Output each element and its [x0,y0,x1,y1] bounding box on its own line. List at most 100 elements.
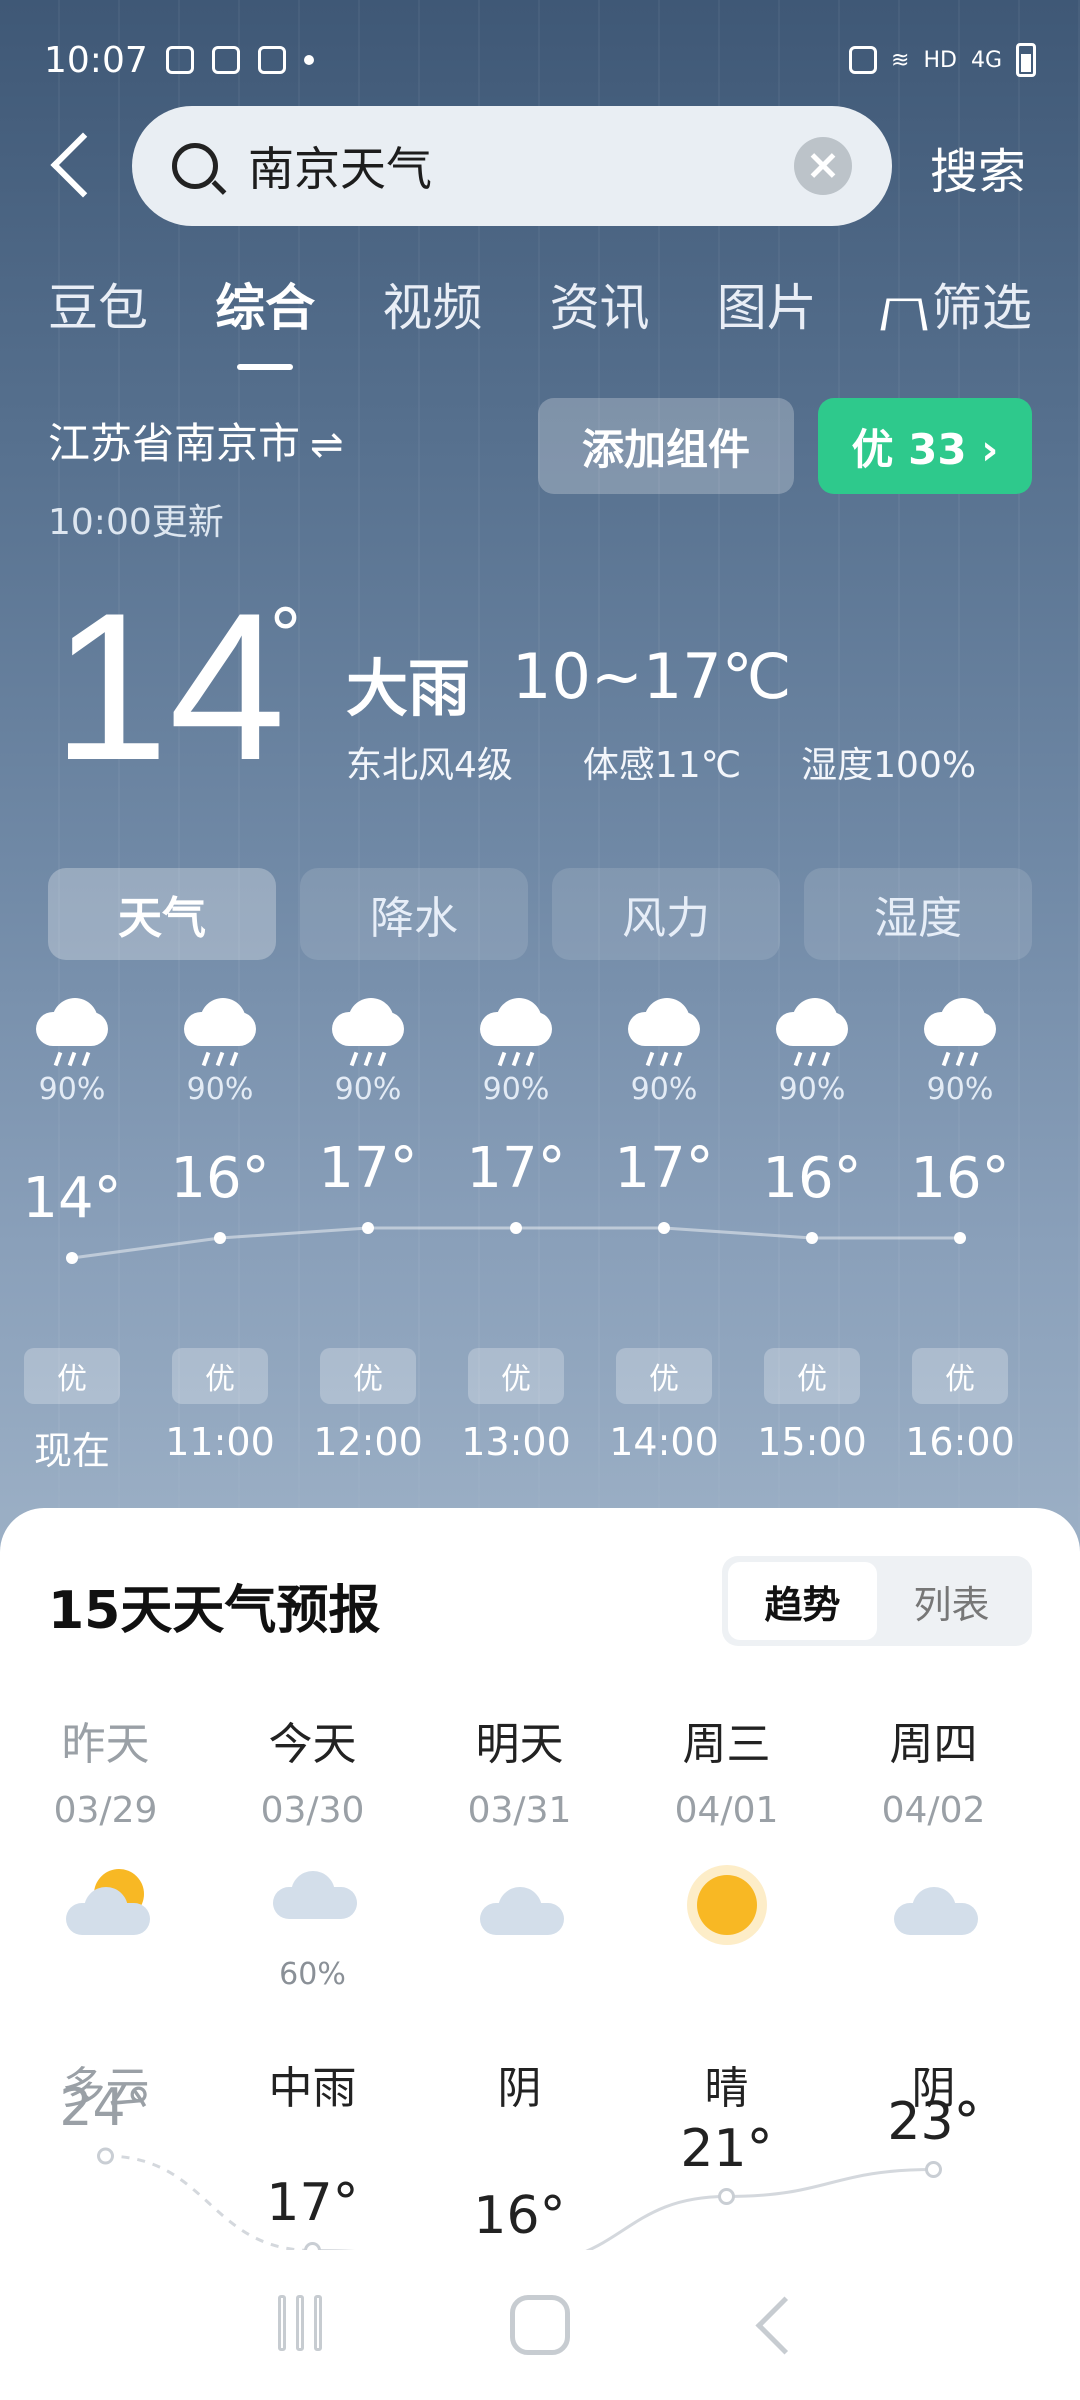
forecast-title: 15天天气预报 [48,1581,381,1641]
search-button[interactable]: 搜索 [930,132,1026,202]
hourly-forecast[interactable]: 90% 14° 优现在 90% 16° 优 11:00 90% 17° 优 12:00 90% 17° 优… [0,998,1080,1478]
hourly-time: 12:00 [313,1420,423,1464]
hourly-aqi-badge: 优 [912,1348,1008,1404]
partly-cloudy-icon [6,1867,206,1957]
day-date: 04/02 [881,1790,986,1831]
daily-item[interactable]: 周三 04/01 晴 [627,1708,827,2114]
cloud-icon [834,1867,1034,1957]
hourly-item: 90% [442,998,590,1107]
hourly-dot [658,1222,670,1234]
day-high-temp: 23° [887,2091,980,2152]
day-date: 03/29 [53,1790,158,1831]
daily-item[interactable]: 昨天 03/29 多云 [6,1708,206,2114]
temperature-range: 10~17℃ [512,640,792,713]
degree-symbol: ° [268,594,303,676]
rain-cloud-icon [328,998,408,1052]
hourly-aqi-badge: 优 [320,1348,416,1404]
voicemail-icon [211,46,240,74]
rain-cloud-icon [920,998,1000,1052]
day-high-temp: 16° [473,2186,566,2246]
chip-weather[interactable]: 天气 [48,868,276,960]
day-condition: 阴 [497,2063,542,2114]
hd-label: HD [923,47,957,73]
day-name: 周三 [682,1719,771,1770]
hourly-temp: 17° [614,1136,714,1201]
hourly-dot [510,1222,522,1234]
day-high-temp: 24° [59,2078,152,2138]
rain-cloud-icon [772,998,852,1052]
toggle-trend[interactable]: 趋势 [728,1562,877,1640]
day-high-temp: 21° [680,2118,773,2179]
search-icon [172,143,218,189]
clear-icon[interactable] [794,137,852,195]
tab-filter[interactable]: 筛选 [880,268,1032,340]
location-block: 江苏省南京市 ⇌ 10:00更新 [48,410,344,545]
daily-point [718,2188,735,2205]
day-high-temp: 17° [266,2172,359,2233]
day-name: 昨天 [61,1719,150,1770]
chip-wind[interactable]: 风力 [552,868,780,960]
current-condition: 大雨 [346,652,471,725]
tab-doubao[interactable]: 豆包 [48,268,148,340]
hourly-time: 现在 [33,1429,110,1473]
hourly-temp: 17° [318,1136,418,1201]
hourly-dot [954,1232,966,1244]
day-date: 03/30 [260,1790,365,1831]
nav-back-icon[interactable] [750,2295,810,2355]
search-box[interactable]: 南京天气 [132,106,892,226]
hourly-time: 16:00 [905,1420,1015,1464]
day-name: 明天 [475,1719,564,1770]
hourly-precip: 90% [334,1072,402,1107]
hourly-time: 15:00 [757,1420,867,1464]
hourly-dot [66,1252,78,1264]
day-date: 03/31 [467,1790,572,1831]
daily-item[interactable]: 今天 03/30 60% 中雨 [213,1708,413,2114]
search-input[interactable]: 南京天气 [248,133,432,199]
hourly-item: 90% [590,998,738,1107]
metric-chips: 天气 降水 风力 湿度 [48,868,1032,960]
tab-video[interactable]: 视频 [382,268,482,340]
precip-chance: 60% [279,1957,346,1992]
chip-precipitation[interactable]: 降水 [300,868,528,960]
hourly-temp: 16° [170,1146,270,1211]
status-time: 10:07 [44,39,148,81]
hourly-time: 13:00 [461,1420,571,1464]
hourly-dot [806,1232,818,1244]
hourly-aqi-badge: 优 [764,1348,860,1404]
day-date: 04/01 [674,1790,779,1831]
rain-cloud-icon [32,998,112,1052]
day-condition: 晴 [704,2063,749,2114]
hourly-aqi-badge: 优 [172,1348,268,1404]
location-switch[interactable]: 江苏省南京市 ⇌ [48,410,344,471]
rain-cloud-icon [180,998,260,1052]
hourly-precip: 90% [482,1072,550,1107]
rain-cloud-icon [624,998,704,1052]
toggle-list[interactable]: 列表 [877,1562,1026,1640]
chip-humidity[interactable]: 湿度 [804,868,1032,960]
daily-item[interactable]: 明天 03/31 阴 [420,1708,620,2114]
filter-icon [880,297,928,330]
recycle-icon [849,46,878,74]
day-condition: 中雨 [268,2063,357,2114]
hourly-item: 90% [294,998,442,1107]
tab-images[interactable]: 图片 [717,268,817,340]
tab-news[interactable]: 资讯 [550,268,650,340]
hourly-precip: 90% [38,1072,106,1107]
status-bar: 10:07 ≋ HD 4G [0,0,1080,120]
hourly-aqi-badge: 优 [616,1348,712,1404]
home-icon[interactable] [510,2295,570,2355]
hourly-dot [214,1232,226,1244]
hourly-precip: 90% [186,1072,254,1107]
view-toggle: 趋势 列表 [722,1556,1032,1646]
daily-item[interactable]: 周四 04/02 阴 [834,1708,1034,2114]
back-arrow-icon[interactable] [50,128,90,204]
tab-general[interactable]: 综合 [215,268,315,340]
add-widget-button[interactable]: 添加组件 [538,398,794,494]
aqi-badge-button[interactable]: 优 33 › [818,398,1032,494]
daily-point [925,2161,942,2178]
hourly-precip: 90% [926,1072,994,1107]
hourly-temp: 14° [22,1166,122,1231]
hourly-precip: 90% [778,1072,846,1107]
recents-icon[interactable] [270,2295,330,2355]
day-name: 今天 [268,1719,357,1770]
